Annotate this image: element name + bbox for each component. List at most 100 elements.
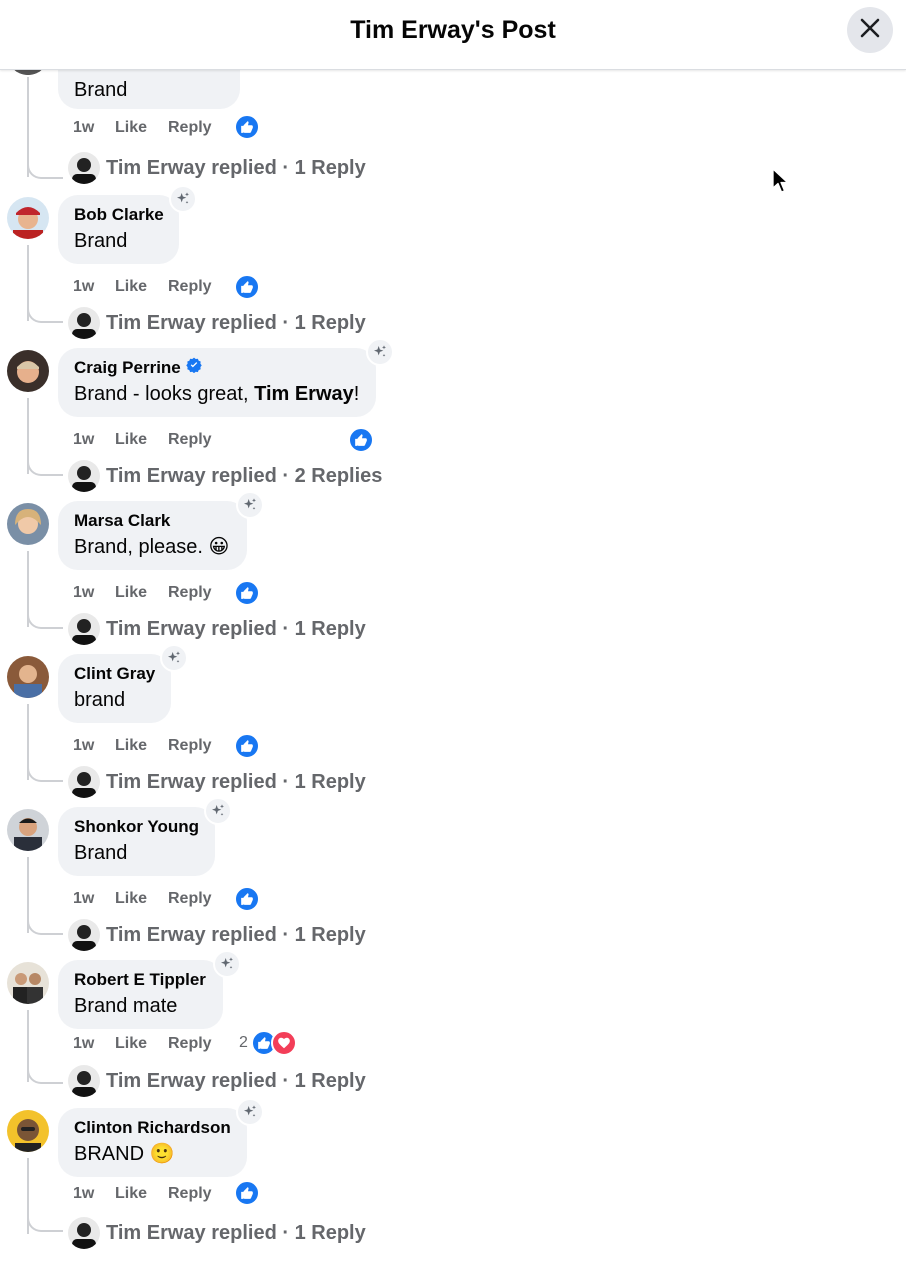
reactions[interactable] [348,427,374,453]
thread-connector [27,301,63,323]
thread-connector [27,157,63,179]
reply-button[interactable]: Reply [168,119,212,137]
comment-author[interactable]: Bob Clarke [74,204,164,226]
comment-bubble: Bob Clarke Brand [58,195,179,264]
reactions[interactable] [234,733,260,759]
comment-time[interactable]: 1w [73,1035,115,1053]
like-button[interactable]: Like [115,584,168,602]
post-header: Tim Erway's Post [0,0,906,70]
like-reaction-icon [234,1180,260,1206]
comment-bubble: Robert E Tippler Brand mate [58,960,223,1029]
avatar[interactable] [7,1110,49,1152]
reply-button[interactable]: Reply [168,278,212,296]
comment-author[interactable]: Craig Perrine [74,357,360,379]
thread-connector [27,454,63,476]
like-button[interactable]: Like [115,737,168,755]
sparkle-icon[interactable] [160,644,188,672]
comment-author[interactable]: Robert E Tippler [74,969,207,991]
view-replies[interactable]: Tim Erway replied · 1 Reply [68,613,366,645]
like-reaction-icon [234,114,260,140]
view-replies[interactable]: Tim Erway replied · 1 Reply [68,919,366,951]
comment-text: Brand [74,842,128,864]
reactions[interactable] [234,1180,260,1206]
comment-time[interactable]: 1w [73,1185,115,1203]
comment-text-part: Brand - looks great, [74,383,255,405]
reply-button[interactable]: Reply [168,1185,212,1203]
view-replies[interactable]: Tim Erway replied · 1 Reply [68,766,366,798]
comment-time[interactable]: 1w [73,119,115,137]
avatar [68,1065,100,1097]
reply-button[interactable]: Reply [168,737,212,755]
reactions[interactable]: 2 [239,1030,297,1056]
comment-author[interactable]: Shonkor Young [74,816,199,838]
like-button[interactable]: Like [115,890,168,908]
comment-author[interactable]: Marsa Clark [74,510,231,532]
author-name[interactable]: Craig Perrine [74,357,181,379]
close-button[interactable] [847,7,893,53]
comment-time[interactable]: 1w [73,278,115,296]
comment-thread: Clint Gray brand 1w Like Reply Tim Erway… [0,644,906,809]
view-replies[interactable]: Tim Erway replied · 1 Reply [68,307,366,339]
replies-text: Tim Erway replied · 1 Reply [106,770,366,793]
avatar[interactable] [7,809,49,851]
thread-connector [27,607,63,629]
like-reaction-icon [348,427,374,453]
comment-actions: 1w Like Reply [73,117,212,139]
reactions[interactable] [234,886,260,912]
like-button[interactable]: Like [115,119,168,137]
like-reaction-icon [234,733,260,759]
reply-button[interactable]: Reply [168,431,212,449]
view-replies[interactable]: Tim Erway replied · 2 Replies [68,460,382,492]
view-replies[interactable]: Tim Erway replied · 1 Reply [68,1065,366,1097]
mention-link[interactable]: Tim Erway [254,383,354,405]
comment-author[interactable]: Clinton Richardson [74,1117,231,1139]
replies-text: Tim Erway replied · 1 Reply [106,1069,366,1092]
reply-button[interactable]: Reply [168,1035,212,1053]
reply-button[interactable]: Reply [168,584,212,602]
comment-time[interactable]: 1w [73,584,115,602]
avatar[interactable] [7,197,49,239]
reactions[interactable] [234,580,260,606]
avatar[interactable] [7,962,49,1004]
comment-author[interactable]: Clint Gray [74,663,155,685]
like-button[interactable]: Like [115,431,168,449]
sparkle-icon[interactable] [236,491,264,519]
comment-thread: Robert E Tippler Brand mate 1w Like Repl… [0,950,906,1115]
comment-actions: 1w Like Reply [73,276,212,298]
comment-time[interactable]: 1w [73,431,115,449]
like-reaction-icon [234,274,260,300]
reply-button[interactable]: Reply [168,890,212,908]
sparkle-icon[interactable] [204,797,232,825]
comment-time[interactable]: 1w [73,737,115,755]
avatar[interactable] [7,503,49,545]
thread-connector [27,1210,63,1232]
verified-badge-icon [186,357,202,379]
sparkle-icon[interactable] [169,185,197,213]
thread-connector [27,760,63,782]
sparkle-icon[interactable] [366,338,394,366]
comment-text: Brand - looks great, Tim Erway! [74,380,360,408]
comment-text: Brand, please. 😀 [74,536,230,558]
avatar[interactable] [7,656,49,698]
comment-bubble: Shonkor Young Brand [58,807,215,876]
comment-actions: 1w Like Reply [73,429,212,451]
sparkle-icon[interactable] [213,950,241,978]
like-reaction-icon [234,580,260,606]
comments-feed: Brand 1w Like Reply Tim Erway replied · … [0,0,906,1272]
view-replies[interactable]: Tim Erway replied · 1 Reply [68,1217,366,1249]
comment-time[interactable]: 1w [73,890,115,908]
avatar [68,152,100,184]
like-button[interactable]: Like [115,278,168,296]
view-replies[interactable]: Tim Erway replied · 1 Reply [68,152,366,184]
comment-thread: Marsa Clark Brand, please. 😀 1w Like Rep… [0,491,906,656]
like-button[interactable]: Like [115,1035,168,1053]
sparkle-icon[interactable] [236,1098,264,1126]
avatar[interactable] [7,350,49,392]
reactions[interactable] [234,274,260,300]
comment-text: brand [74,689,126,711]
comment-thread: Craig Perrine Brand - looks great, Tim E… [0,338,906,503]
comment-actions: 1w Like Reply [73,582,212,604]
reactions[interactable] [234,114,260,140]
like-button[interactable]: Like [115,1185,168,1203]
comment-actions: 1w Like Reply [73,1033,212,1055]
